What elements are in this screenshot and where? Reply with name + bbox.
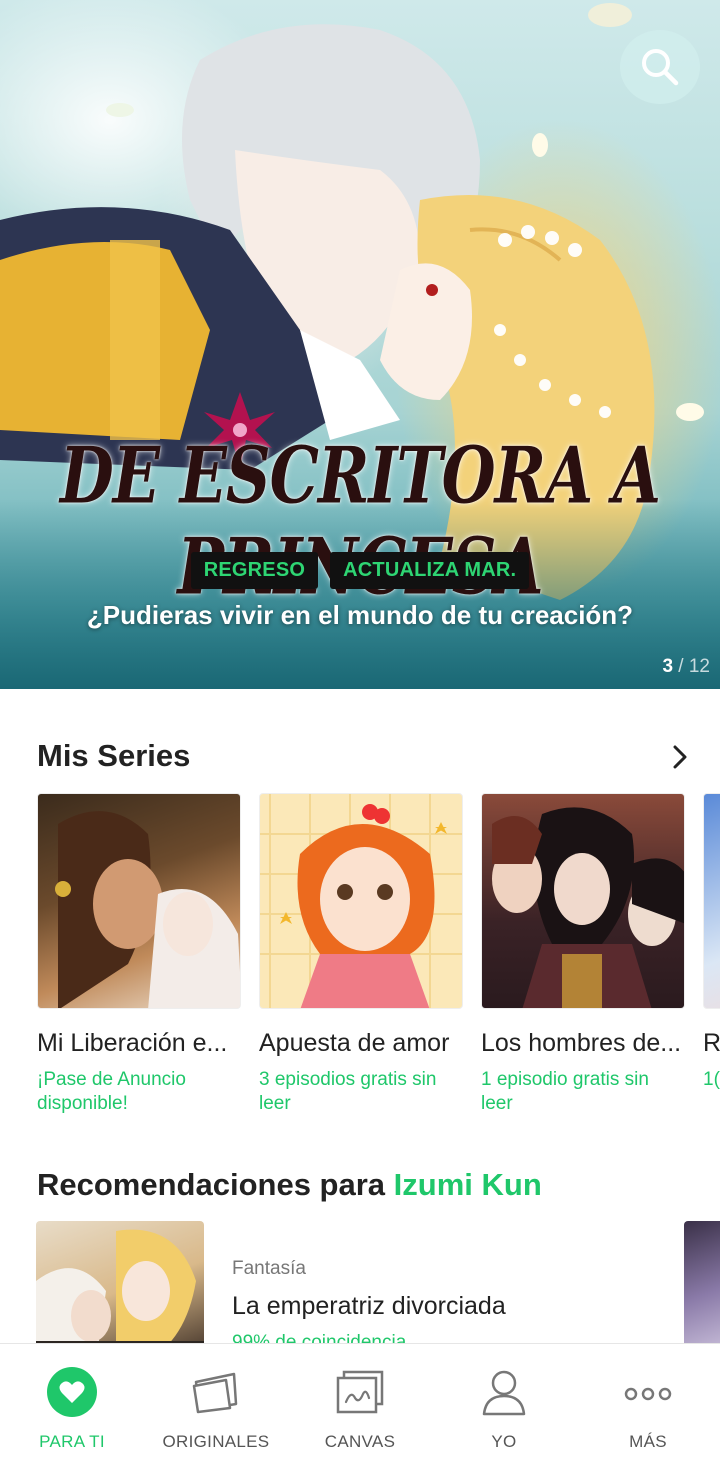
more-dots-icon — [622, 1366, 674, 1418]
recommendation-title[interactable]: La emperatriz divorciada — [232, 1292, 506, 1321]
nav-label: YO — [491, 1432, 517, 1451]
nav-yo[interactable]: YO — [432, 1344, 576, 1459]
nav-canvas[interactable]: CANVAS — [288, 1344, 432, 1459]
hero-subtitle: ¿Pudieras vivir en el mundo de tu creaci… — [86, 600, 634, 630]
nav-label: ORIGINALES — [162, 1432, 270, 1451]
series-status: 3 episodios gratis sin leer — [259, 1069, 437, 1114]
bottom-navigation: PARA TI ORIGINALES CANVAS YO MÁS — [0, 1343, 720, 1459]
nav-para-ti[interactable]: PARA TI — [0, 1344, 144, 1459]
series-cover — [37, 793, 241, 1009]
nav-label: PARA TI — [39, 1432, 105, 1451]
hero-tags: REGRESO ACTUALIZA MAR. — [0, 552, 720, 589]
series-card[interactable]: Mi Liberación e... ¡Pase de Anuncio disp… — [37, 793, 241, 1116]
pager-total: / 12 — [678, 656, 710, 677]
series-card[interactable]: R 1( si — [703, 793, 720, 1092]
series-title: Apuesta de amor — [259, 1029, 450, 1057]
recommendations-prefix: Recomendaciones para — [37, 1167, 386, 1202]
canvas-icon — [334, 1366, 386, 1418]
search-icon — [642, 49, 679, 86]
nav-mas[interactable]: MÁS — [576, 1344, 720, 1459]
series-status: 1 episodio gratis sin leer — [481, 1069, 649, 1114]
chevron-right-icon[interactable] — [668, 743, 692, 771]
recommendation-cover[interactable] — [36, 1221, 204, 1361]
tag-return: REGRESO — [190, 552, 319, 589]
nav-label: CANVAS — [324, 1432, 396, 1451]
recommendations-title: Recomendaciones para Izumi Kun — [37, 1167, 542, 1203]
nav-originales[interactable]: ORIGINALES — [144, 1344, 288, 1459]
series-cover — [703, 793, 720, 1009]
person-icon — [478, 1366, 530, 1418]
hero-banner[interactable]: DE ESCRITORA A PRINCESA REGRESO ACTUALIZ… — [0, 0, 720, 689]
my-series-title[interactable]: Mis Series — [37, 738, 190, 774]
pages-icon — [190, 1366, 242, 1418]
series-title: Mi Liberación e... — [37, 1029, 228, 1057]
series-card[interactable]: Los hombres de... 1 episodio gratis sin … — [481, 793, 685, 1116]
series-status: ¡Pase de Anuncio disponible! — [37, 1069, 186, 1114]
series-card[interactable]: Apuesta de amor 3 episodios gratis sin l… — [259, 793, 463, 1116]
carousel-pager: 3 / 12 — [662, 656, 710, 678]
heart-icon — [46, 1366, 98, 1418]
series-status: 1( si — [703, 1069, 720, 1090]
series-title: Los hombres de... — [481, 1029, 682, 1057]
search-button[interactable] — [620, 30, 700, 104]
my-series-carousel[interactable]: Mi Liberación e... ¡Pase de Anuncio disp… — [37, 793, 720, 1123]
series-cover — [259, 793, 463, 1009]
recommendation-genre: Fantasía — [232, 1258, 306, 1279]
series-title: R — [703, 1029, 720, 1057]
series-cover — [481, 793, 685, 1009]
user-name: Izumi Kun — [393, 1167, 542, 1202]
tag-update-day: ACTUALIZA MAR. — [330, 552, 530, 589]
pager-current: 3 — [662, 656, 674, 677]
recommendation-cover-next[interactable] — [684, 1221, 720, 1361]
nav-label: MÁS — [629, 1432, 667, 1451]
